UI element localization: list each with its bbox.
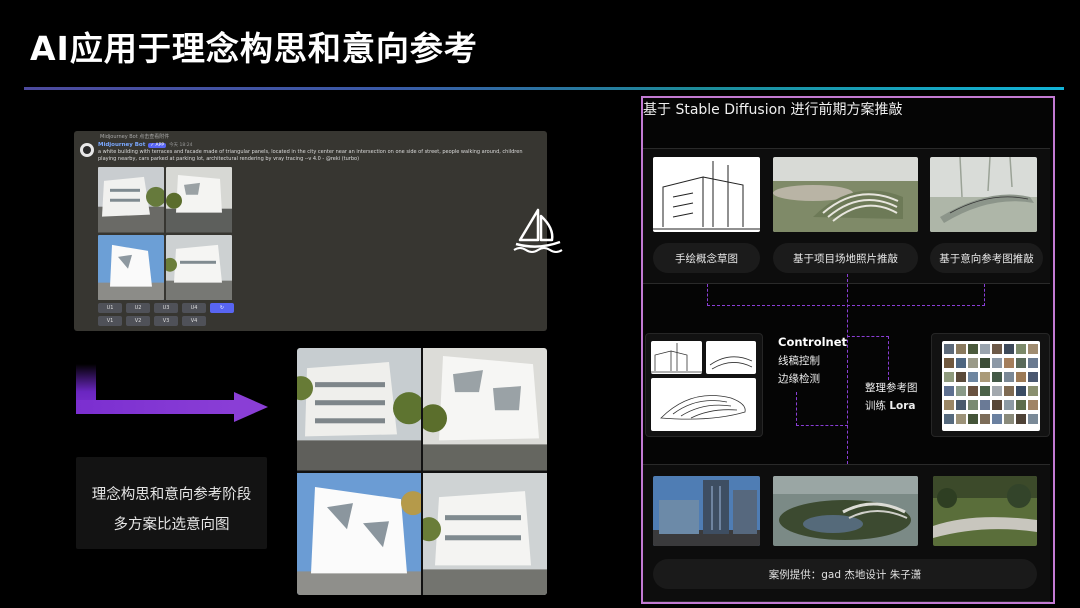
upscale-button-4[interactable]: U4 [182,303,206,313]
empty-button-slot [210,316,234,326]
sketch-thumbnail[interactable] [653,157,760,232]
render-image[interactable] [297,348,421,471]
variation-button-4[interactable]: V4 [182,316,206,326]
bot-avatar[interactable] [80,143,94,157]
lora-step-collect: 整理参考图 [865,382,918,394]
output-render-landscape[interactable] [773,476,918,546]
stage-title: 理念构思和意向参考阶段 [91,487,252,503]
upscale-button-3[interactable]: U3 [154,303,178,313]
lora-dataset-grid[interactable] [942,341,1040,431]
edge-thumbnail[interactable] [706,341,756,374]
lora-step-train: 训练 Lora [865,398,916,413]
message-header: Midjourney Bot ✓ APP 今天 18:24 [98,142,192,148]
generated-image[interactable] [98,167,164,233]
connector-line [707,284,985,306]
controlnet-item-edge: 边缘检测 [778,373,820,385]
reply-reference: Midjourney Bot 点击查看附件 [100,133,169,140]
pill-site-photo: 基于项目场地照片推敲 [773,243,918,273]
midjourney-boat-icon [512,208,564,254]
lora-train-prefix: 训练 [865,400,890,412]
pill-reference: 基于意向参考图推敲 [930,243,1043,273]
generated-image[interactable] [166,234,232,300]
contour-thumbnail[interactable] [651,378,756,431]
reply-reference-text: Midjourney Bot 点击查看附件 [100,134,170,140]
site-photo-thumbnail[interactable] [773,157,918,232]
midjourney-discord-panel: Midjourney Bot 点击查看附件 Midjourney Bot ✓ A… [74,131,547,331]
variation-button-2[interactable]: V2 [126,316,150,326]
pill-sketch: 手绘概念草图 [653,243,760,273]
app-badge: ✓ APP [148,142,167,148]
midjourney-action-buttons: U1 U2 U3 U4 ↻ V1 V2 V3 V4 [98,303,234,326]
stage-label-box: 理念构思和意向参考阶段 多方案比选意向图 [76,457,267,549]
title-divider [24,87,1064,90]
render-image[interactable] [297,472,421,595]
controlnet-title: Controlnet [778,335,848,349]
reroll-icon[interactable]: ↻ [210,303,234,313]
variation-button-1[interactable]: V1 [98,316,122,326]
controlnet-item-lineart: 线稿控制 [778,355,820,367]
generated-image[interactable] [98,234,164,300]
connector-line [796,392,848,426]
variation-button-3[interactable]: V3 [154,316,178,326]
lora-keyword: Lora [889,400,916,412]
message-time: 今天 18:24 [169,143,193,148]
sd-section-title: 基于 Stable Diffusion 进行前期方案推敲 [643,102,903,118]
flow-arrow-icon [74,364,270,436]
bot-name[interactable]: Midjourney Bot [98,142,145,148]
output-render-urban[interactable] [653,476,760,546]
render-image[interactable] [423,472,547,595]
prompt-text: a white building with terraces and facad… [98,149,523,162]
upscale-button-2[interactable]: U2 [126,303,150,313]
generated-image[interactable] [166,167,232,233]
connector-line [847,336,889,380]
slide-title: AI应用于理念构思和意向参考 [30,29,478,68]
render-image-grid [297,348,547,595]
render-image[interactable] [423,348,547,471]
output-render-park[interactable] [933,476,1037,546]
stage-subtitle: 多方案比选意向图 [113,517,230,533]
lineart-thumbnail[interactable] [651,341,702,374]
reference-image-thumbnail[interactable] [930,157,1037,232]
case-credit: 案例提供：gad 杰地设计 朱子潇 [653,559,1037,589]
generated-image-grid[interactable] [98,167,232,300]
upscale-button-1[interactable]: U1 [98,303,122,313]
